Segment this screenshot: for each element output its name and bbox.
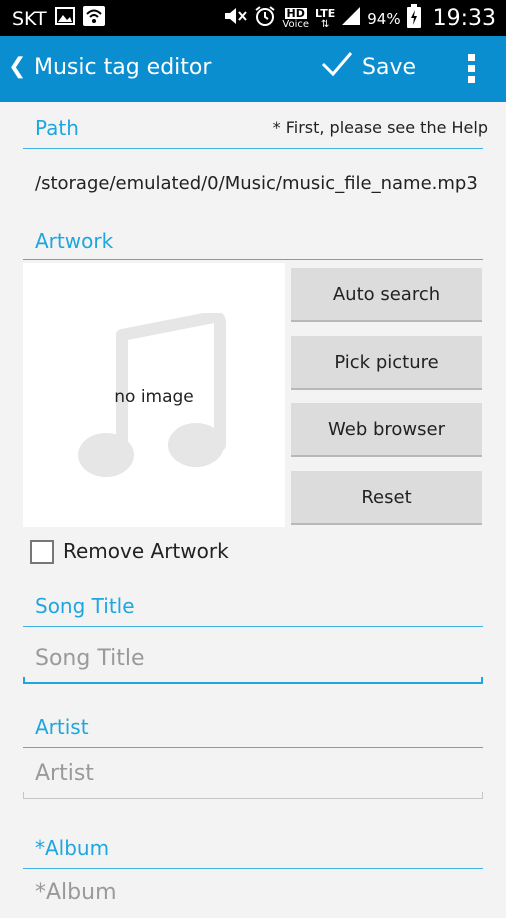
artwork-preview[interactable]: no image xyxy=(23,263,285,527)
artist-divider xyxy=(23,747,483,748)
hd-voice-badge: HD Voice xyxy=(282,6,310,30)
clock: 19:33 xyxy=(432,6,496,31)
artist-input[interactable]: Artist xyxy=(23,755,483,799)
song-title-section-label: Song Title xyxy=(35,594,135,618)
artist-placeholder: Artist xyxy=(35,761,94,786)
album-input[interactable]: *Album xyxy=(23,874,483,918)
app-bar: ❮ Music tag editor Save xyxy=(0,36,506,102)
artist-section-label: Artist xyxy=(35,715,89,739)
artist-underline xyxy=(23,798,483,799)
save-button[interactable]: Save xyxy=(320,50,416,84)
remove-artwork-checkbox[interactable] xyxy=(30,540,54,564)
no-image-text: no image xyxy=(114,387,194,407)
voice-label: Voice xyxy=(282,18,310,30)
song-title-underline-tick-right xyxy=(481,677,483,684)
artwork-section-label: Artwork xyxy=(35,229,114,253)
song-title-underline-tick-left xyxy=(23,677,25,684)
album-section-label: *Album xyxy=(35,836,110,860)
battery-percent: 94% xyxy=(367,9,401,28)
signal-icon xyxy=(341,6,361,31)
pick-picture-button[interactable]: Pick picture xyxy=(291,336,482,390)
mute-icon xyxy=(222,6,248,31)
remove-artwork-label[interactable]: Remove Artwork xyxy=(63,539,229,563)
file-path: /storage/emulated/0/Music/music_file_nam… xyxy=(35,173,478,194)
web-browser-button[interactable]: Web browser xyxy=(291,403,482,457)
song-title-input[interactable]: Song Title xyxy=(23,640,483,684)
battery-charging-icon xyxy=(406,4,421,33)
hd-label: HD xyxy=(284,6,307,20)
network-label: LTE xyxy=(315,6,336,20)
app-title: Music tag editor xyxy=(34,55,212,80)
alarm-icon xyxy=(254,5,276,32)
album-placeholder: *Album xyxy=(35,880,117,905)
album-divider xyxy=(23,868,483,869)
help-note: * First, please see the Help xyxy=(272,118,488,137)
path-section-label: Path xyxy=(35,116,79,140)
back-icon[interactable]: ❮ xyxy=(8,54,26,79)
data-arrows-icon: ⇅ xyxy=(320,18,330,30)
save-label: Save xyxy=(362,54,417,80)
artist-underline-tick-left xyxy=(23,792,24,799)
auto-search-button[interactable]: Auto search xyxy=(291,268,482,322)
song-title-placeholder: Song Title xyxy=(35,646,145,671)
song-title-divider xyxy=(23,626,483,627)
overflow-menu-icon[interactable] xyxy=(468,54,476,84)
reset-button[interactable]: Reset xyxy=(291,471,482,525)
carrier-label: SKT xyxy=(12,7,47,30)
status-bar: SKT HD Voice LTE ⇅ 94% 19:33 xyxy=(0,0,506,36)
path-divider xyxy=(23,148,483,149)
song-title-underline xyxy=(23,682,483,684)
image-notification-icon xyxy=(54,7,75,30)
checkmark-icon xyxy=(320,50,354,84)
lte-indicator: LTE ⇅ xyxy=(315,8,335,30)
artwork-divider xyxy=(23,259,483,260)
artist-underline-tick-right xyxy=(482,792,483,799)
wifi-notification-icon xyxy=(82,6,105,31)
